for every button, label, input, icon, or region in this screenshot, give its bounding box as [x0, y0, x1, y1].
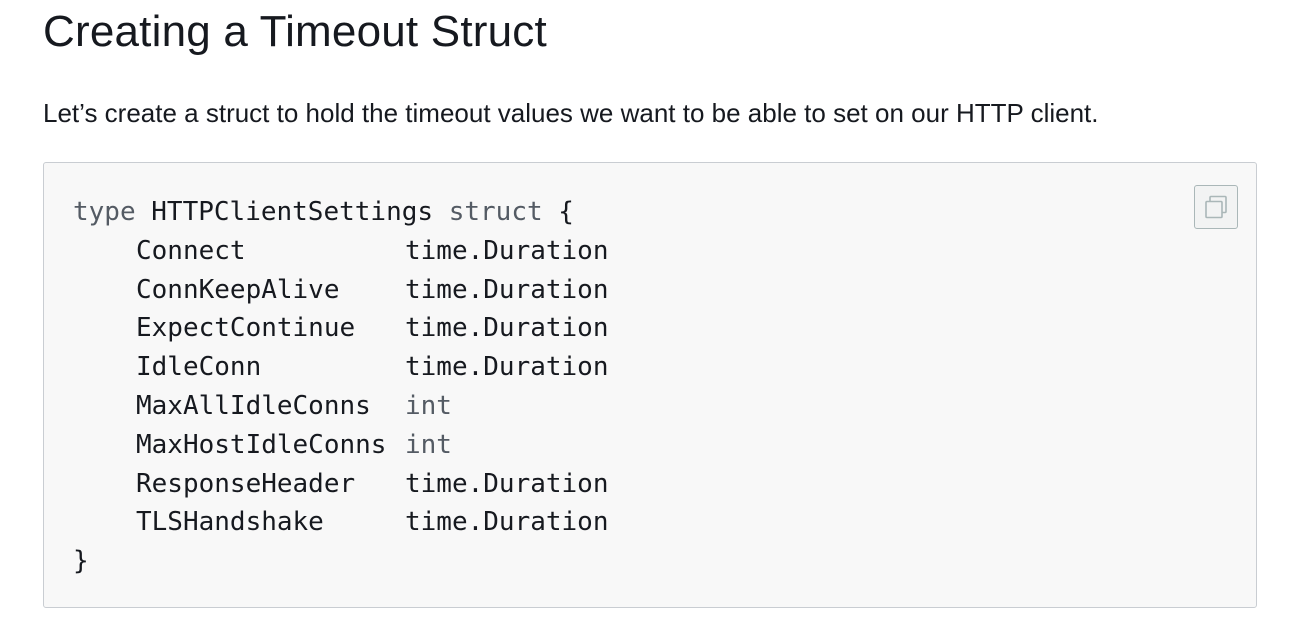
field-name: MaxAllIdleConns	[136, 390, 371, 421]
field-name: ExpectContinue	[136, 313, 356, 344]
code-close-brace: }	[73, 546, 89, 577]
code-keyword-type: type	[73, 197, 136, 227]
field-name: TLSHandshake	[136, 507, 324, 538]
copy-button[interactable]	[1194, 185, 1238, 229]
field-type: time.Duration	[405, 352, 609, 383]
field-name: IdleConn	[136, 352, 262, 383]
code-block: type HTTPClientSettings struct { Connect…	[43, 162, 1257, 608]
code-line-struct-close: }	[73, 542, 609, 581]
field-type: int	[405, 390, 452, 421]
field-name: MaxHostIdleConns	[136, 429, 387, 460]
code-line-field: ExpectContinue time.Duration	[73, 309, 609, 348]
code-line-field: IdleConn time.Duration	[73, 348, 609, 387]
section-heading: Creating a Timeout Struct	[43, 7, 547, 56]
code-struct-name: HTTPClientSettings	[135, 197, 449, 227]
copy-icon	[1205, 195, 1227, 219]
field-name: Connect	[136, 235, 246, 266]
field-type: time.Duration	[405, 313, 609, 344]
code-open-brace: {	[542, 197, 574, 227]
code-line-field: MaxAllIdleConns int	[73, 387, 609, 426]
code-line-field: MaxHostIdleConns int	[73, 426, 609, 465]
code-line-field: ResponseHeader time.Duration	[73, 465, 609, 504]
field-type: time.Duration	[405, 507, 609, 538]
field-type: int	[405, 429, 452, 460]
code-line-field: TLSHandshake time.Duration	[73, 503, 609, 542]
code-keyword-struct: struct	[448, 197, 543, 227]
code-line-struct-open: type HTTPClientSettings struct {	[73, 193, 609, 232]
intro-paragraph: Let’s create a struct to hold the timeou…	[43, 98, 1099, 128]
code-content[interactable]: type HTTPClientSettings struct { Connect…	[73, 193, 609, 581]
field-name: ConnKeepAlive	[136, 274, 340, 305]
field-name: ResponseHeader	[136, 468, 356, 499]
field-type: time.Duration	[405, 274, 609, 305]
field-type: time.Duration	[405, 235, 609, 266]
code-line-field: ConnKeepAlive time.Duration	[73, 271, 609, 310]
code-line-field: Connect time.Duration	[73, 232, 609, 271]
field-type: time.Duration	[405, 468, 609, 499]
